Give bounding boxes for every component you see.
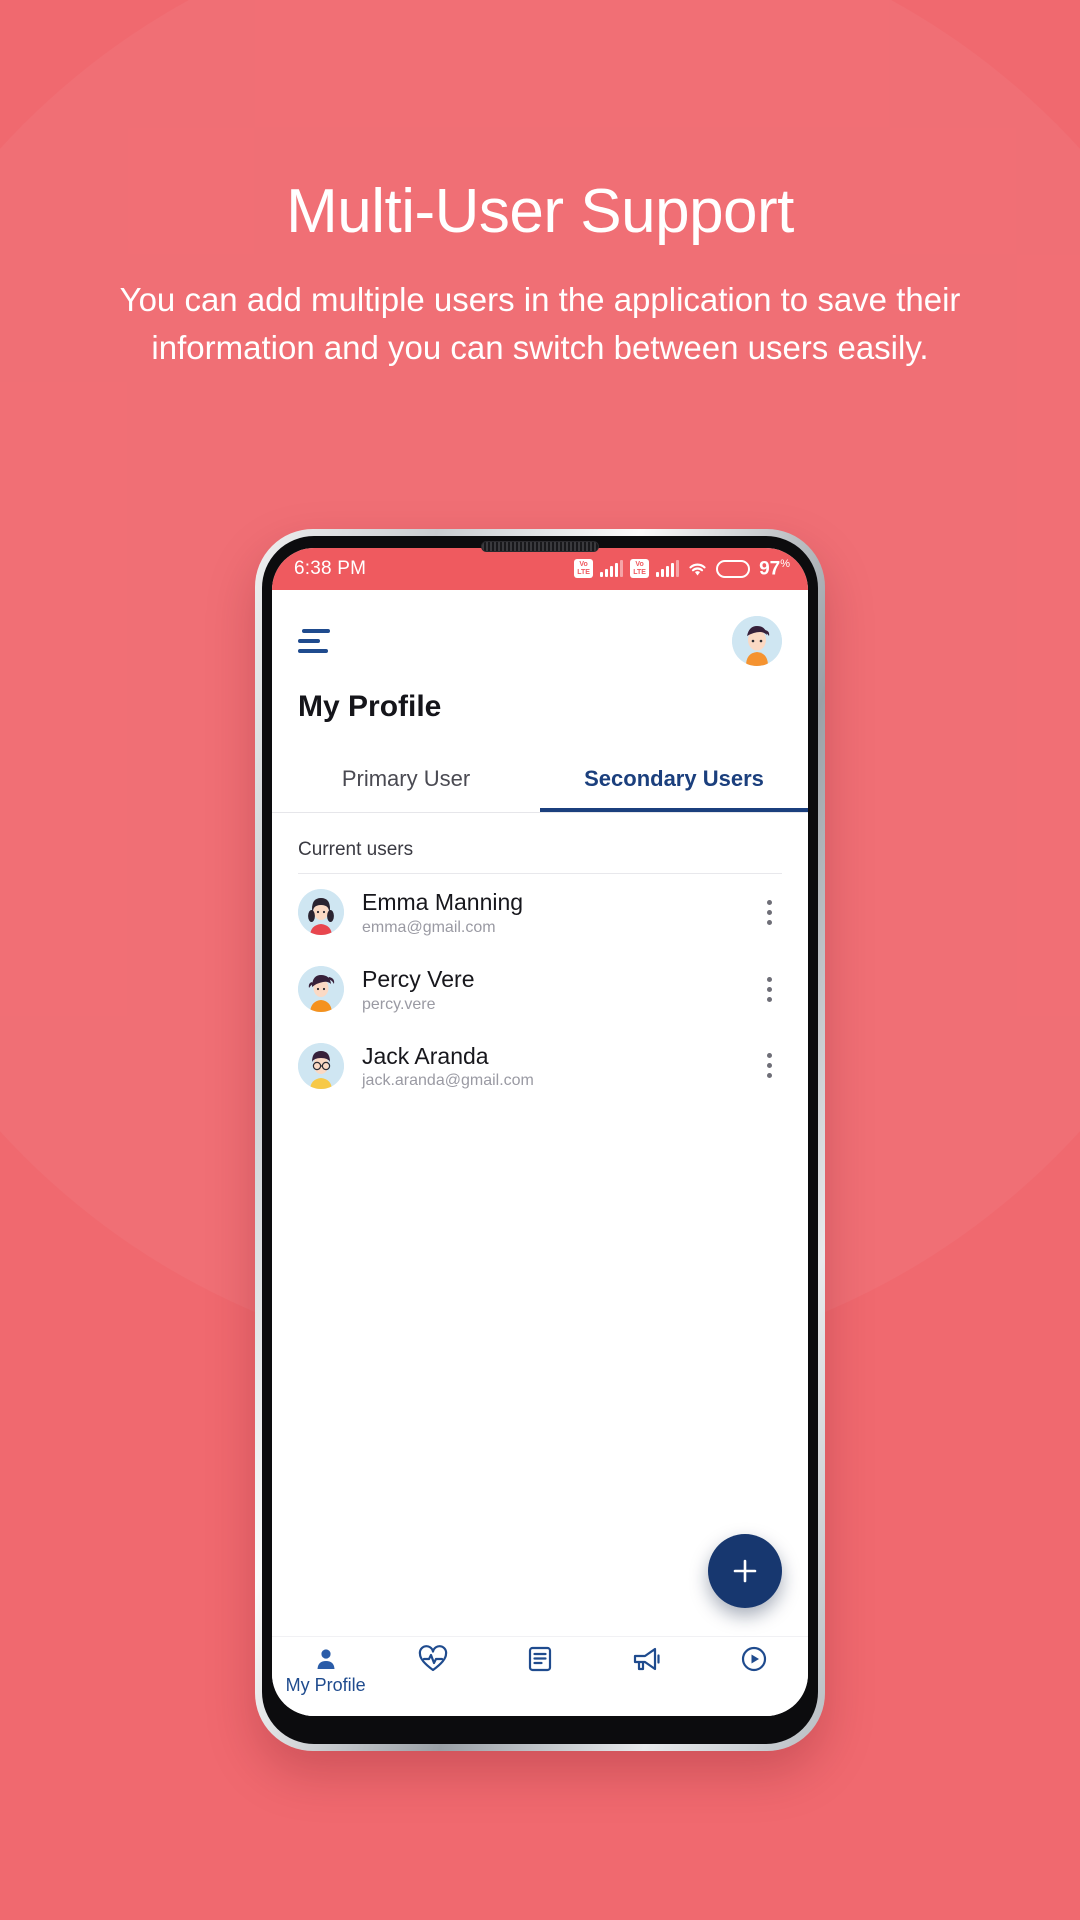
nav-item-health[interactable]: [379, 1645, 486, 1673]
phone-mockup-frame: 6:38 PM Vo LTE Vo LTE 97% My Profile Pri…: [255, 529, 825, 1751]
megaphone-icon: [634, 1647, 660, 1671]
user-text-block: Percy Vere percy.vere: [362, 965, 738, 1014]
nav-label-my-profile: My Profile: [285, 1675, 366, 1695]
tab-primary-user[interactable]: Primary User: [272, 750, 540, 812]
more-vertical-icon[interactable]: [756, 1047, 782, 1084]
tab-bar: Primary User Secondary Users: [272, 750, 808, 813]
status-bar-icons: Vo LTE Vo LTE 97%: [574, 558, 790, 580]
hamburger-menu-icon[interactable]: [298, 629, 330, 653]
volte-icon-1: Vo LTE: [574, 559, 594, 579]
header-avatar[interactable]: [732, 616, 782, 666]
avatar: [298, 889, 344, 936]
phone-bezel: 6:38 PM Vo LTE Vo LTE 97% My Profile Pri…: [262, 536, 818, 1744]
heart-pulse-icon: [418, 1645, 447, 1672]
signal-bars-icon-1: [600, 560, 624, 578]
nav-item-my-profile[interactable]: My Profile: [272, 1645, 379, 1696]
tab-secondary-users[interactable]: Secondary Users: [540, 750, 808, 812]
table-row[interactable]: Jack Aranda jack.aranda@gmail.com: [272, 1028, 808, 1105]
male-avatar-spiky-icon: [298, 966, 344, 1013]
users-list-area: Current users Emma Manning emma@gmail.co…: [272, 813, 808, 1636]
nav-item-announcements[interactable]: [594, 1645, 701, 1673]
app-header: [272, 590, 808, 666]
user-email: jack.aranda@gmail.com: [362, 1072, 534, 1090]
avatar: [298, 1042, 344, 1089]
user-name: Emma Manning: [362, 889, 524, 915]
volte-icon-2: Vo LTE: [630, 559, 650, 579]
user-email: percy.vere: [362, 995, 436, 1013]
user-name: Jack Aranda: [362, 1042, 489, 1069]
user-name: Percy Vere: [362, 965, 475, 992]
promo-section: Multi-User Support You can add multiple …: [0, 0, 1080, 372]
signal-bars-icon-2: [656, 560, 680, 578]
user-text-block: Jack Aranda jack.aranda@gmail.com: [362, 1042, 738, 1091]
user-text-block: Emma Manning emma@gmail.com: [362, 888, 738, 937]
more-vertical-icon[interactable]: [756, 971, 782, 1008]
plus-icon: [733, 1559, 757, 1583]
nav-item-documents[interactable]: [486, 1645, 593, 1673]
table-row[interactable]: Emma Manning emma@gmail.com: [272, 874, 808, 951]
wifi-icon: [689, 563, 706, 576]
table-row[interactable]: Percy Vere percy.vere: [272, 951, 808, 1028]
person-icon: [317, 1649, 335, 1669]
bottom-navigation-bar: My Profile: [272, 1636, 808, 1716]
promo-title: Multi-User Support: [286, 177, 794, 246]
page-title: My Profile: [298, 690, 442, 723]
user-email: emma@gmail.com: [362, 918, 496, 936]
document-list-icon: [528, 1646, 552, 1672]
more-vertical-icon[interactable]: [756, 894, 782, 931]
male-avatar-glasses-icon: [298, 1042, 344, 1089]
earpiece-speaker: [481, 541, 599, 552]
battery-unit: %: [780, 557, 790, 570]
section-label-current-users: Current users: [298, 839, 414, 860]
battery-value: 97: [759, 558, 781, 580]
promo-description: You can add multiple users in the applic…: [119, 281, 961, 367]
user-avatar-icon: [732, 616, 782, 666]
play-circle-icon: [742, 1646, 767, 1672]
add-user-button[interactable]: [708, 1534, 782, 1608]
female-avatar-icon: [298, 889, 344, 936]
status-bar-time: 6:38 PM: [294, 558, 367, 579]
avatar: [298, 966, 344, 1013]
battery-icon: [716, 559, 751, 578]
nav-item-play[interactable]: [701, 1645, 808, 1673]
status-bar: 6:38 PM Vo LTE Vo LTE 97%: [272, 548, 808, 590]
phone-screen: 6:38 PM Vo LTE Vo LTE 97% My Profile Pri…: [272, 548, 808, 1716]
battery-percentage: 97%: [759, 558, 790, 580]
